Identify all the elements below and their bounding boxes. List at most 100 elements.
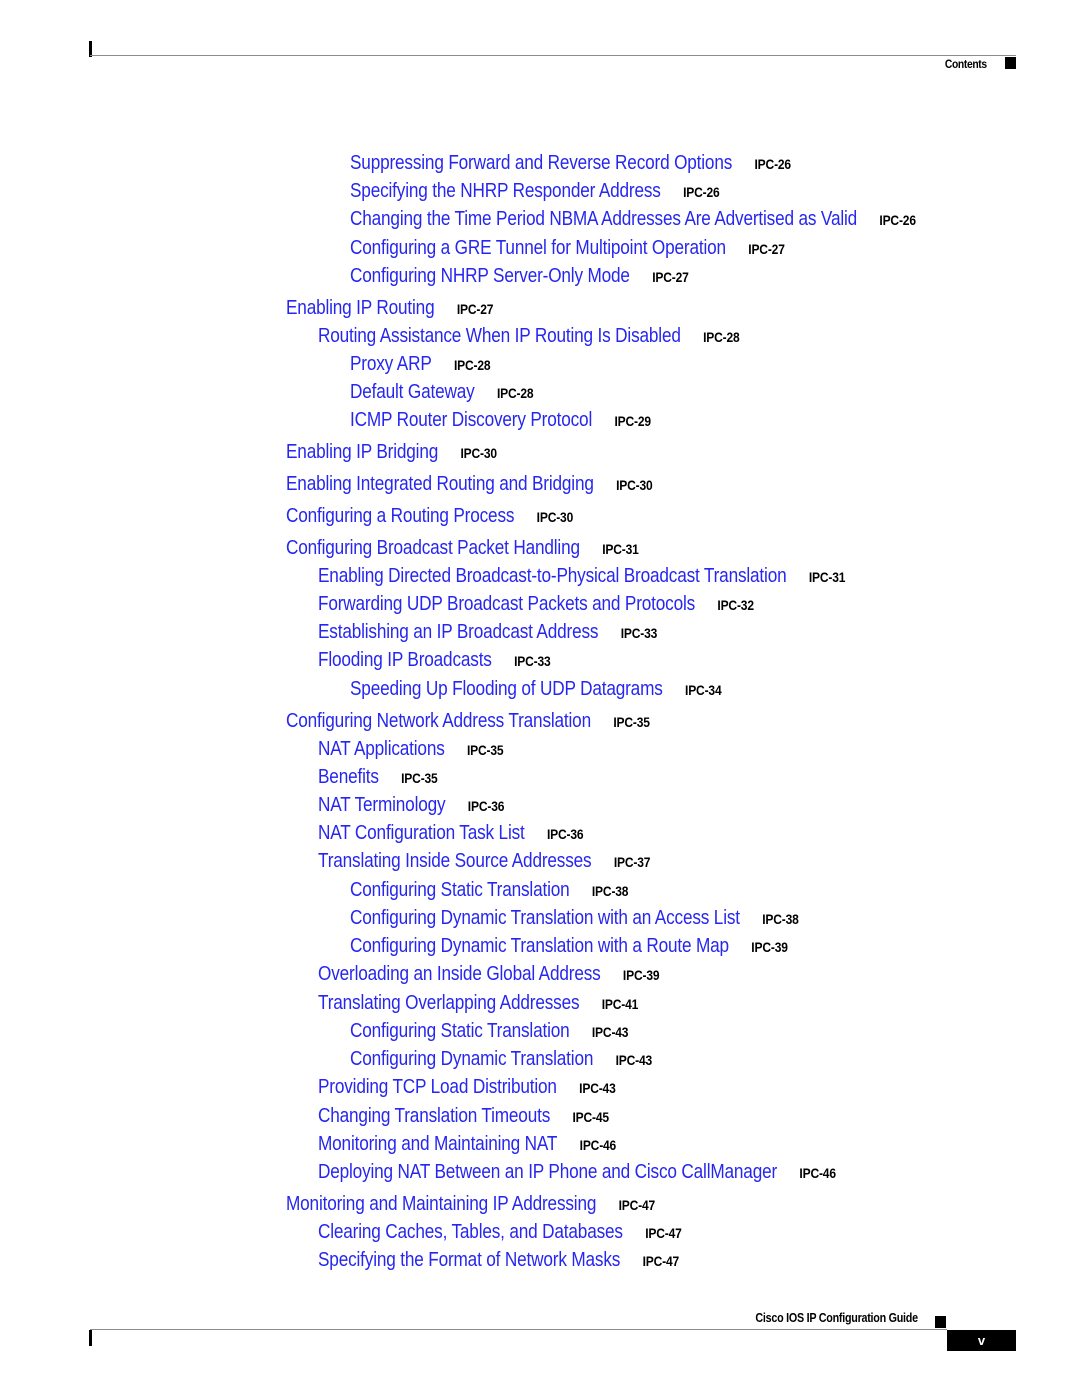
toc-entry-page-ref: IPC-43 (615, 1052, 653, 1068)
toc-entry-title-link[interactable]: Configuring Dynamic Translation with a R… (350, 935, 729, 958)
toc-entry[interactable]: Proxy ARP IPC-28 (350, 353, 491, 376)
toc-entry-title-link[interactable]: Configuring a GRE Tunnel for Multipoint … (350, 237, 726, 260)
toc-entry[interactable]: Deploying NAT Between an IP Phone and Ci… (318, 1161, 836, 1184)
toc-entry[interactable]: Flooding IP Broadcasts IPC-33 (318, 649, 551, 672)
toc-entry[interactable]: Forwarding UDP Broadcast Packets and Pro… (318, 593, 754, 616)
toc-entry-page-ref: IPC-38 (591, 883, 629, 899)
toc-entry[interactable]: NAT Terminology IPC-36 (318, 794, 504, 817)
toc-entry-title-link[interactable]: Configuring Dynamic Translation (350, 1048, 593, 1071)
toc-entry-page-ref: IPC-46 (799, 1165, 836, 1181)
toc-entry-page-ref: IPC-41 (601, 996, 639, 1012)
toc-entry-page-ref: IPC-47 (642, 1253, 680, 1269)
header-marker-block (1005, 57, 1016, 69)
toc-entry-page-ref: IPC-29 (614, 413, 651, 429)
toc-entry[interactable]: Speeding Up Flooding of UDP Datagrams IPC… (350, 678, 722, 701)
page-number-tab: v (947, 1330, 1016, 1351)
toc-entry-title-link[interactable]: Establishing an IP Broadcast Address (318, 621, 599, 644)
toc-entry-title-link[interactable]: Flooding IP Broadcasts (318, 649, 492, 672)
toc-entry-title-link[interactable]: Enabling IP Bridging (286, 441, 438, 464)
toc-entry[interactable]: Changing the Time Period NBMA Addresses … (350, 208, 916, 231)
toc-entry-title-link[interactable]: Routing Assistance When IP Routing Is Di… (318, 325, 681, 348)
toc-entry-page-ref: IPC-36 (547, 826, 584, 842)
toc-entry-page-ref: IPC-28 (703, 329, 740, 345)
toc-entry-title-link[interactable]: Benefits (318, 766, 379, 789)
toc-entry-page-ref: IPC-47 (618, 1197, 656, 1213)
toc-entry[interactable]: Configuring Network Address Translation I… (286, 710, 650, 733)
toc-entry-title-link[interactable]: Monitoring and Maintaining NAT (318, 1133, 557, 1156)
toc-entry[interactable]: Configuring Dynamic Translation with a R… (350, 935, 788, 958)
toc-entry[interactable]: Translating Inside Source Addresses IPC-3… (318, 850, 650, 873)
toc-entry-page-ref: IPC-35 (613, 714, 650, 730)
toc-entry-title-link[interactable]: Configuring a Routing Process (286, 505, 514, 528)
toc-entry[interactable]: NAT Applications IPC-35 (318, 738, 504, 761)
toc-entry-title-link[interactable]: Specifying the NHRP Responder Address (350, 180, 661, 203)
toc-entry-title-link[interactable]: Changing Translation Timeouts (318, 1105, 550, 1128)
toc-entry-title-link[interactable]: Configuring Broadcast Packet Handling (286, 537, 580, 560)
toc-entry-title-link[interactable]: Enabling Directed Broadcast-to-Physical … (318, 565, 787, 588)
toc-entry[interactable]: NAT Configuration Task List IPC-36 (318, 822, 584, 845)
toc-entry-title-link[interactable]: Configuring NHRP Server-Only Mode (350, 265, 630, 288)
toc-entry[interactable]: Benefits IPC-35 (318, 766, 438, 789)
toc-entry-title-link[interactable]: Configuring Static Translation (350, 1020, 570, 1043)
toc-entry[interactable]: Enabling Directed Broadcast-to-Physical … (318, 565, 845, 588)
toc-entry-title-link[interactable]: Deploying NAT Between an IP Phone and Ci… (318, 1161, 777, 1184)
toc-entry-title-link[interactable]: Specifying the Format of Network Masks (318, 1249, 620, 1272)
toc-entry-title-link[interactable]: Clearing Caches, Tables, and Databases (318, 1221, 623, 1244)
toc-entry-page-ref: IPC-39 (751, 939, 788, 955)
toc-entry[interactable]: Overloading an Inside Global Address IPC-… (318, 963, 660, 986)
toc-entry[interactable]: Changing Translation Timeouts IPC-45 (318, 1105, 609, 1128)
toc-entry[interactable]: Monitoring and Maintaining NAT IPC-46 (318, 1133, 616, 1156)
toc-entry-title-link[interactable]: Enabling Integrated Routing and Bridging (286, 473, 594, 496)
toc-entry-title-link[interactable]: Changing the Time Period NBMA Addresses … (350, 208, 857, 231)
toc-entry[interactable]: Suppressing Forward and Reverse Record O… (350, 152, 791, 175)
toc-entry-title-link[interactable]: Configuring Static Translation (350, 879, 570, 902)
toc-entry[interactable]: Configuring Static Translation IPC-38 (350, 879, 629, 902)
toc-entry-title-link[interactable]: NAT Configuration Task List (318, 822, 525, 845)
toc-entry[interactable]: Configuring a Routing Process IPC-30 (286, 505, 573, 528)
page-number: v (977, 1333, 986, 1348)
toc-entry[interactable]: Default Gateway IPC-28 (350, 381, 534, 404)
toc-entry-title-link[interactable]: Forwarding UDP Broadcast Packets and Pro… (318, 593, 695, 616)
toc-entry-title-link[interactable]: ICMP Router Discovery Protocol (350, 409, 592, 432)
toc-entry-page-ref: IPC-36 (467, 798, 505, 814)
toc-entry[interactable]: Clearing Caches, Tables, and Databases IP… (318, 1221, 682, 1244)
toc-entry[interactable]: Enabling Integrated Routing and Bridging… (286, 473, 653, 496)
toc-entry-page-ref: IPC-33 (514, 653, 551, 669)
toc-entry-page-ref: IPC-37 (613, 854, 651, 870)
toc-entry-title-link[interactable]: Suppressing Forward and Reverse Record O… (350, 152, 732, 175)
toc-entry[interactable]: Enabling IP Bridging IPC-30 (286, 441, 497, 464)
toc-entry-title-link[interactable]: NAT Applications (318, 738, 445, 761)
toc-entry-title-link[interactable]: NAT Terminology (318, 794, 446, 817)
toc-entry[interactable]: Monitoring and Maintaining IP Addressing… (286, 1193, 655, 1216)
toc-entry[interactable]: Configuring Dynamic Translation with an … (350, 907, 799, 930)
toc-entry[interactable]: ICMP Router Discovery Protocol IPC-29 (350, 409, 651, 432)
toc-entry-title-link[interactable]: Configuring Network Address Translation (286, 710, 591, 733)
toc-entry-page-ref: IPC-27 (748, 241, 785, 257)
toc-entry-title-link[interactable]: Providing TCP Load Distribution (318, 1076, 557, 1099)
toc-entry[interactable]: Specifying the Format of Network Masks IP… (318, 1249, 679, 1272)
toc-entry-page-ref: IPC-28 (496, 385, 534, 401)
toc-entry-title-link[interactable]: Translating Overlapping Addresses (318, 992, 580, 1015)
toc-entry-title-link[interactable]: Monitoring and Maintaining IP Addressing (286, 1193, 596, 1216)
toc-entry[interactable]: Establishing an IP Broadcast Address IPC-… (318, 621, 657, 644)
toc-entry[interactable]: Configuring NHRP Server-Only Mode IPC-27 (350, 265, 689, 288)
toc-entry[interactable]: Translating Overlapping Addresses IPC-41 (318, 992, 638, 1015)
toc-entry[interactable]: Configuring a GRE Tunnel for Multipoint … (350, 237, 785, 260)
toc-entry-title-link[interactable]: Proxy ARP (350, 353, 432, 376)
toc-entry[interactable]: Configuring Static Translation IPC-43 (350, 1020, 629, 1043)
toc-entry-title-link[interactable]: Enabling IP Routing (286, 297, 435, 320)
toc-entry-title-link[interactable]: Default Gateway (350, 381, 475, 404)
toc-entry-title-link[interactable]: Speeding Up Flooding of UDP Datagrams (350, 678, 663, 701)
toc-entry[interactable]: Providing TCP Load Distribution IPC-43 (318, 1076, 616, 1099)
toc-entry[interactable]: Enabling IP Routing IPC-27 (286, 297, 493, 320)
toc-entry[interactable]: Configuring Dynamic Translation IPC-43 (350, 1048, 652, 1071)
toc-entry[interactable]: Configuring Broadcast Packet Handling IPC… (286, 537, 639, 560)
toc-entry[interactable]: Routing Assistance When IP Routing Is Di… (318, 325, 740, 348)
toc-entry-title-link[interactable]: Translating Inside Source Addresses (318, 850, 592, 873)
header-section-label: Contents (945, 57, 987, 71)
toc-entry-title-link[interactable]: Overloading an Inside Global Address (318, 963, 601, 986)
toc-entry-page-ref: IPC-32 (717, 597, 754, 613)
toc-entry-title-link[interactable]: Configuring Dynamic Translation with an … (350, 907, 740, 930)
toc-entry-page-ref: IPC-26 (754, 156, 792, 172)
toc-entry[interactable]: Specifying the NHRP Responder Address IPC… (350, 180, 720, 203)
